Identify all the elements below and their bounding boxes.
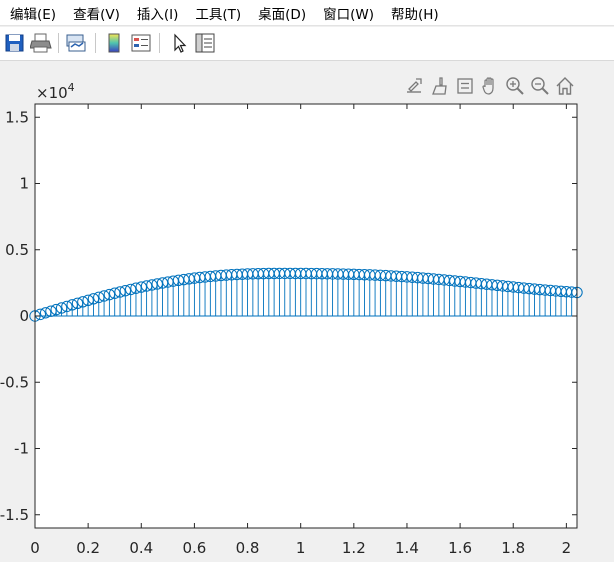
- menu-bar: 编辑(E) 查看(V) 插入(I) 工具(T) 桌面(D) 窗口(W) 帮助(H…: [0, 0, 614, 26]
- y-tick-label: 1: [19, 175, 29, 193]
- x-tick-label: 1: [296, 539, 306, 557]
- brush-icon[interactable]: [429, 76, 449, 96]
- y-tick-label: 1.5: [5, 108, 29, 126]
- y-tick-label: 0: [19, 307, 29, 325]
- y-tick-label: -0.5: [0, 373, 29, 391]
- save-icon[interactable]: [4, 32, 26, 54]
- zoom-in-icon[interactable]: [505, 76, 525, 96]
- x-tick-label: 1.2: [342, 539, 366, 557]
- x-tick-label: 0.4: [129, 539, 153, 557]
- y-tick-label: 0.5: [5, 241, 29, 259]
- zoom-out-icon[interactable]: [530, 76, 550, 96]
- x-tick-label: 1.8: [501, 539, 525, 557]
- data-tips-icon[interactable]: [455, 76, 475, 96]
- x-tick-label: 2: [562, 539, 572, 557]
- x-tick-label: 1.6: [448, 539, 472, 557]
- x-tick-label: 0: [30, 539, 40, 557]
- x-tick-label: 0.2: [76, 539, 100, 557]
- figure-toolbar: [0, 27, 614, 61]
- y-tick-label: -1: [14, 440, 29, 458]
- pan-icon[interactable]: [480, 76, 500, 96]
- edit-plot-pointer-icon[interactable]: [168, 32, 190, 54]
- home-icon[interactable]: [555, 76, 575, 96]
- y-tick-label: -1.5: [0, 506, 29, 524]
- property-inspector-icon[interactable]: [194, 32, 216, 54]
- colorbar-icon[interactable]: [103, 32, 125, 54]
- plot-canvas[interactable]: 0 0.2 0.4 0.6 0.8 1 1.2 1.4 1.6 1.8 2 -1.5 -1 -0.5 0 0…: [0, 62, 614, 562]
- x-tick-label: 0.6: [182, 539, 206, 557]
- menu-help[interactable]: 帮助(H): [391, 3, 439, 23]
- link-plot-icon[interactable]: [65, 32, 87, 54]
- toolbar-separator: [95, 33, 96, 53]
- menu-edit[interactable]: 编辑(E): [10, 3, 56, 23]
- figure-window: 0 0.2 0.4 0.6 0.8 1 1.2 1.4 1.6 1.8 2 -1.5 -1 -0.5 0 0…: [0, 62, 614, 562]
- menu-tools[interactable]: 工具(T): [195, 3, 241, 23]
- menu-insert[interactable]: 插入(I): [137, 3, 179, 23]
- toolbar-separator: [159, 33, 160, 53]
- legend-icon[interactable]: [130, 32, 152, 54]
- print-icon[interactable]: [29, 32, 52, 54]
- x-tick-label: 0.8: [236, 539, 260, 557]
- toolbar-separator: [58, 33, 59, 53]
- export-icon[interactable]: [404, 76, 424, 96]
- x-tick-label: 1.4: [395, 539, 419, 557]
- menu-desktop[interactable]: 桌面(D): [258, 3, 306, 23]
- menu-view[interactable]: 查看(V): [73, 3, 120, 23]
- menu-window[interactable]: 窗口(W): [323, 3, 374, 23]
- y-exponent-label: ×104: [36, 81, 75, 102]
